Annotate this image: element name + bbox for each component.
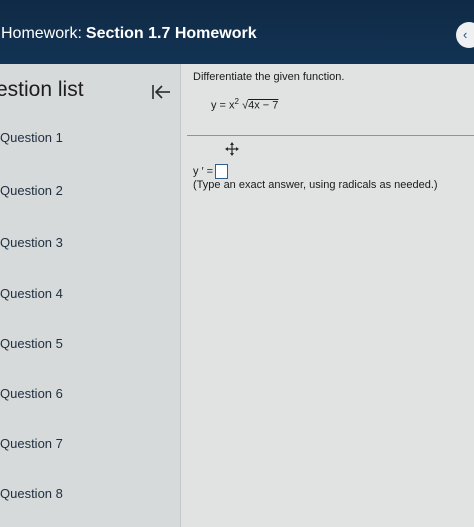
answer-label: y ′ = bbox=[193, 165, 214, 178]
formula-radicand: 4x − 7 bbox=[248, 99, 279, 112]
question-instruction: Differentiate the given function. bbox=[193, 71, 345, 83]
question-item-1[interactable]: Question 1 bbox=[0, 130, 63, 145]
header-collapse-button[interactable]: ‹ bbox=[456, 22, 474, 48]
question-panel: Differentiate the given function. y = x2… bbox=[181, 64, 474, 527]
question-item-6[interactable]: Question 6 bbox=[0, 386, 63, 401]
question-item-7[interactable]: Question 7 bbox=[0, 436, 63, 451]
assignment-title: Homework: Section 1.7 Homework bbox=[1, 25, 257, 43]
section-divider bbox=[187, 135, 474, 136]
answer-hint: (Type an exact answer, using radicals as… bbox=[193, 179, 438, 191]
question-item-3[interactable]: Question 3 bbox=[0, 235, 63, 250]
collapse-left-icon[interactable] bbox=[150, 82, 172, 102]
question-list-sidebar: estion list Question 1 Question 2 Questi… bbox=[0, 64, 181, 527]
question-item-4[interactable]: Question 4 bbox=[0, 286, 63, 301]
formula-lhs: y = x bbox=[211, 99, 235, 112]
formula-exponent: 2 bbox=[234, 97, 239, 106]
question-item-8[interactable]: Question 8 bbox=[0, 486, 63, 501]
assignment-title-prefix: Homework: bbox=[1, 25, 82, 42]
question-item-5[interactable]: Question 5 bbox=[0, 336, 63, 351]
question-item-2[interactable]: Question 2 bbox=[0, 183, 63, 198]
given-function: y = x2 √4x − 7 bbox=[211, 97, 278, 112]
answer-input[interactable] bbox=[215, 164, 229, 179]
move-arrows-icon[interactable] bbox=[225, 142, 239, 156]
question-list-title: estion list bbox=[0, 78, 84, 101]
answer-row: y ′ = bbox=[193, 164, 229, 179]
assignment-title-name: Section 1.7 Homework bbox=[85, 25, 257, 42]
app-header: Homework: Section 1.7 Homework ‹ bbox=[0, 0, 474, 64]
